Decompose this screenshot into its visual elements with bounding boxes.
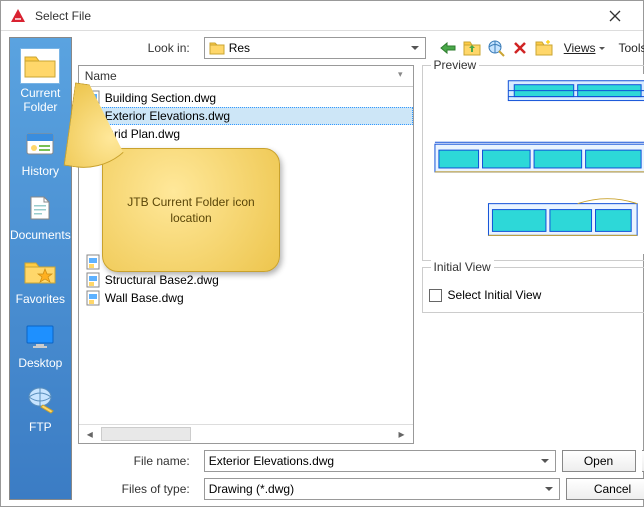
search-globe-icon[interactable] [486, 38, 506, 58]
open-button[interactable]: Open [562, 450, 636, 472]
sidebar-item-desktop[interactable]: Desktop [10, 314, 71, 374]
titlebar: Select File [1, 1, 643, 31]
scroll-track[interactable] [101, 427, 191, 441]
file-item[interactable]: Structural Base2.dwg [79, 271, 413, 289]
desktop-icon [20, 318, 60, 354]
lookin-combo[interactable]: Res [204, 37, 426, 59]
file-name: Wall Base.dwg [105, 291, 184, 305]
file-item[interactable]: Building Section.dwg [79, 89, 413, 107]
cancel-button[interactable]: Cancel [566, 478, 644, 500]
delete-x-icon[interactable] [510, 38, 530, 58]
initial-view-group: Initial View Select Initial View [422, 267, 644, 313]
documents-icon [20, 190, 60, 226]
sidebar-item-history[interactable]: History [10, 122, 71, 182]
file-name: Exterior Elevations.dwg [105, 109, 230, 123]
file-item[interactable]: Wall Base.dwg [79, 289, 413, 307]
filename-value: Exterior Elevations.dwg [209, 454, 334, 468]
file-name: Building Section.dwg [105, 91, 216, 105]
horizontal-scrollbar[interactable]: ◂ ▸ [79, 424, 413, 443]
sidebar-item-current-folder[interactable]: Current Folder [10, 44, 71, 118]
views-menu[interactable]: Views [560, 41, 609, 55]
select-initial-view-label: Select Initial View [448, 288, 542, 302]
scroll-left-icon[interactable]: ◂ [83, 427, 97, 441]
preview-canvas [429, 74, 644, 254]
annotation-callout: JTB Current Folder icon location [102, 148, 280, 272]
filename-combo[interactable]: Exterior Elevations.dwg [204, 450, 556, 472]
lookin-label: Look in: [78, 41, 198, 55]
sidebar-item-ftp[interactable]: FTP [10, 378, 71, 438]
select-initial-view-checkbox[interactable] [429, 289, 442, 302]
dwg-icon [85, 290, 101, 306]
callout-text: JTB Current Folder icon location [117, 194, 265, 226]
new-folder-icon[interactable] [534, 38, 554, 58]
sidebar-item-label: Current Folder [10, 86, 71, 114]
window-title: Select File [35, 9, 595, 23]
sidebar-item-label: Desktop [10, 356, 71, 370]
sidebar-item-label: Documents [10, 228, 71, 242]
file-name: Structural Base2.dwg [105, 273, 219, 287]
filetype-value: Drawing (*.dwg) [209, 482, 294, 496]
history-icon [20, 126, 60, 162]
filename-label: File name: [78, 454, 198, 468]
column-header-name[interactable]: Name [79, 66, 413, 87]
folder-icon [20, 48, 60, 84]
sidebar-item-label: History [10, 164, 71, 178]
ftp-icon [20, 382, 60, 418]
preview-group: Preview [422, 65, 644, 261]
initial-view-label: Initial View [431, 260, 494, 274]
sidebar-item-documents[interactable]: Documents [10, 186, 71, 246]
file-item[interactable]: Exterior Elevations.dwg [79, 107, 413, 125]
filetype-label: Files of type: [78, 482, 198, 496]
places-sidebar: Current Folder History Documents Favorit… [9, 37, 72, 500]
dwg-icon [85, 254, 101, 270]
file-item[interactable]: Grid Plan.dwg [79, 125, 413, 143]
filetype-combo[interactable]: Drawing (*.dwg) [204, 478, 560, 500]
sidebar-item-label: FTP [10, 420, 71, 434]
up-folder-icon[interactable] [462, 38, 482, 58]
sidebar-item-label: Favorites [10, 292, 71, 306]
preview-label: Preview [431, 58, 480, 72]
tools-menu[interactable]: Tools [615, 41, 644, 55]
sidebar-item-favorites[interactable]: Favorites [10, 250, 71, 310]
app-icon [9, 7, 27, 25]
close-button[interactable] [595, 2, 635, 30]
back-arrow-icon[interactable] [438, 38, 458, 58]
dwg-icon [85, 272, 101, 288]
favorites-icon [20, 254, 60, 290]
lookin-value: Res [229, 41, 250, 55]
scroll-right-icon[interactable]: ▸ [395, 427, 409, 441]
lookin-row: Look in: Res Views Tools [78, 37, 644, 59]
